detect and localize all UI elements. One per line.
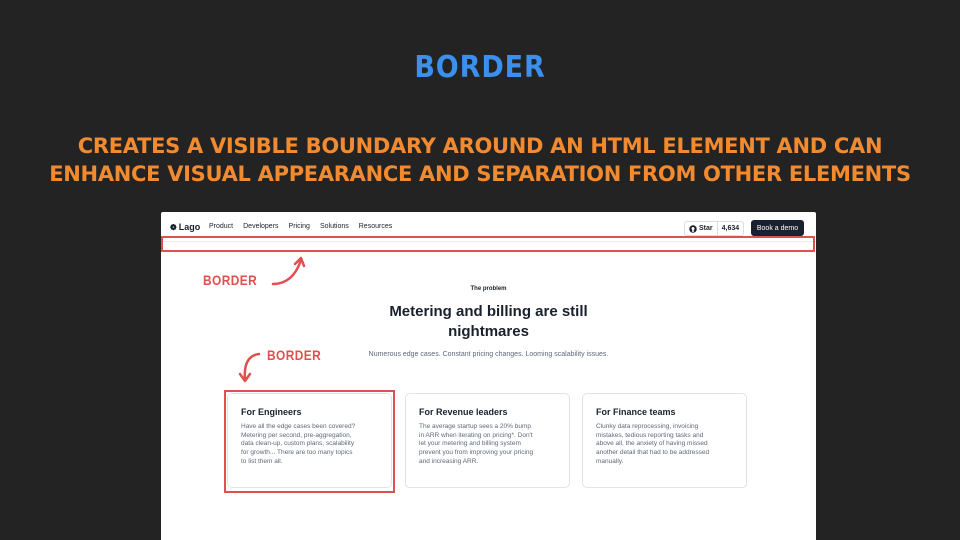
card-line: Clunky data reprocessing, invoicing [596, 423, 699, 430]
nav-link-resources[interactable]: Resources [359, 223, 392, 230]
site-logo[interactable]: ❁ Lago [170, 222, 200, 232]
logo-text: Lago [178, 222, 201, 232]
section-heading: Metering and billing are still nightmare… [161, 302, 816, 342]
annotation-border-2: BORDER [267, 347, 322, 363]
card-finance-teams: For Finance teams Clunky data reprocessi… [582, 393, 747, 488]
nav-link-solutions[interactable]: Solutions [320, 223, 349, 230]
card-line: manually. [596, 457, 624, 465]
book-demo-button[interactable]: Book a demo [751, 220, 804, 236]
card-line: above all, the anxiety of having missed [596, 440, 708, 448]
curved-arrow-icon [271, 256, 306, 286]
card-line: another detail that had to be addressed [596, 449, 710, 457]
card-title: For Revenue leaders [419, 407, 508, 417]
card-line: prevent you from improving your pricing [419, 449, 534, 457]
slide-title: BORDER [414, 50, 546, 85]
nav-links: Product Developers Pricing Solutions Res… [209, 223, 392, 230]
border-highlight-card [224, 390, 395, 493]
border-highlight-navbar [161, 236, 815, 252]
section-eyebrow: The problem [470, 286, 507, 292]
lago-logo-icon: ❁ [170, 222, 177, 232]
nav-link-pricing[interactable]: Pricing [289, 223, 310, 230]
card-line: The average startup sees a 20% bump [419, 423, 532, 430]
slide-subtitle-line-1: CREATES A VISIBLE BOUNDARY AROUND AN HTM… [77, 134, 883, 158]
card-title: For Finance teams [596, 407, 676, 417]
nav-link-product[interactable]: Product [209, 223, 233, 230]
website-screenshot: ❁ Lago Product Developers Pricing Soluti… [161, 212, 816, 540]
github-star-button[interactable]: Star 4,634 [684, 221, 744, 236]
card-body: The average startup sees a 20% bump in A… [419, 423, 557, 467]
card-line: and increasing ARR. [419, 457, 479, 465]
heading-line-1: Metering and billing are still [389, 303, 588, 320]
curved-arrow-icon [238, 352, 261, 383]
github-icon [689, 224, 697, 233]
nav-link-developers[interactable]: Developers [243, 223, 278, 230]
heading-line-2: nightmares [448, 323, 529, 340]
card-line: let your metering and billing system [419, 440, 521, 448]
star-count: 4,634 [721, 225, 740, 232]
card-revenue-leaders: For Revenue leaders The average startup … [405, 393, 570, 488]
star-label: Star [699, 225, 713, 232]
card-line: mistakes, tedious reporting tasks and [596, 431, 704, 439]
annotation-border-1: BORDER [203, 272, 258, 288]
card-body: Clunky data reprocessing, invoicing mist… [596, 423, 734, 467]
card-line: in ARR when iterating on pricing*. Don't [419, 431, 533, 439]
slide-subtitle-line-2: ENHANCE VISUAL APPEARANCE AND SEPARATION… [49, 162, 911, 186]
